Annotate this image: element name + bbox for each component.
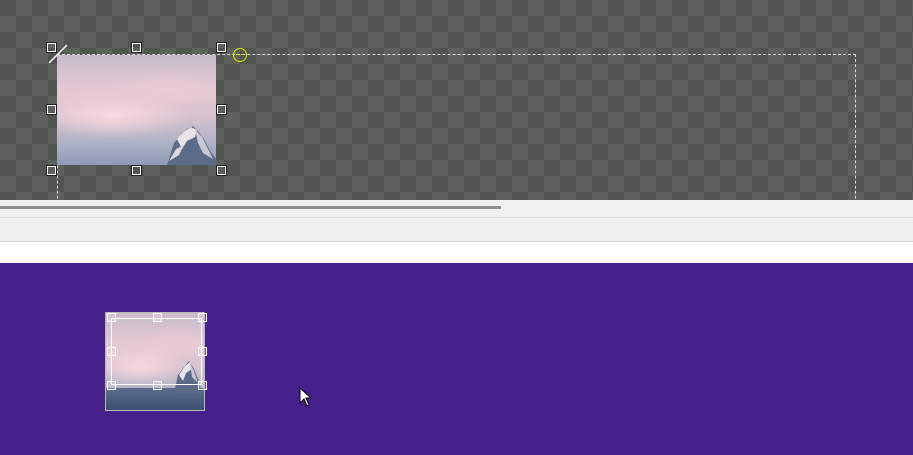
resize-handle-bottom-right[interactable] — [216, 165, 227, 176]
crop-handle-bottom[interactable] — [153, 381, 162, 390]
crop-handle-right[interactable] — [198, 347, 207, 356]
selected-image[interactable] — [57, 55, 216, 165]
resize-handle-top-right[interactable] — [216, 42, 227, 53]
editor-canvas[interactable] — [0, 0, 913, 200]
crop-handle-left[interactable] — [107, 347, 116, 356]
horizontal-scrollbar[interactable] — [0, 200, 913, 218]
divider-strip — [0, 242, 913, 263]
resize-handle-bottom-left[interactable] — [46, 165, 57, 176]
crop-handle-top-right[interactable] — [198, 313, 207, 322]
toolbar-strip — [0, 218, 913, 242]
resize-handle-right[interactable] — [216, 104, 227, 115]
resize-handle-top-left[interactable] — [46, 42, 57, 53]
crop-handle-bottom-left[interactable] — [107, 381, 116, 390]
crop-handle-top-left[interactable] — [107, 313, 116, 322]
arrow-cursor-icon — [299, 387, 313, 407]
rotation-center-icon[interactable] — [233, 48, 247, 62]
resize-handle-left[interactable] — [46, 104, 57, 115]
mountain-icon — [167, 126, 216, 165]
scrollbar-thumb[interactable] — [0, 206, 501, 209]
preview-panel[interactable] — [0, 263, 913, 455]
preview-crop-frame[interactable] — [111, 318, 202, 385]
resize-handle-top[interactable] — [131, 42, 142, 53]
resize-handle-bottom[interactable] — [131, 165, 142, 176]
crop-handle-top[interactable] — [153, 313, 162, 322]
crop-handle-bottom-right[interactable] — [198, 381, 207, 390]
